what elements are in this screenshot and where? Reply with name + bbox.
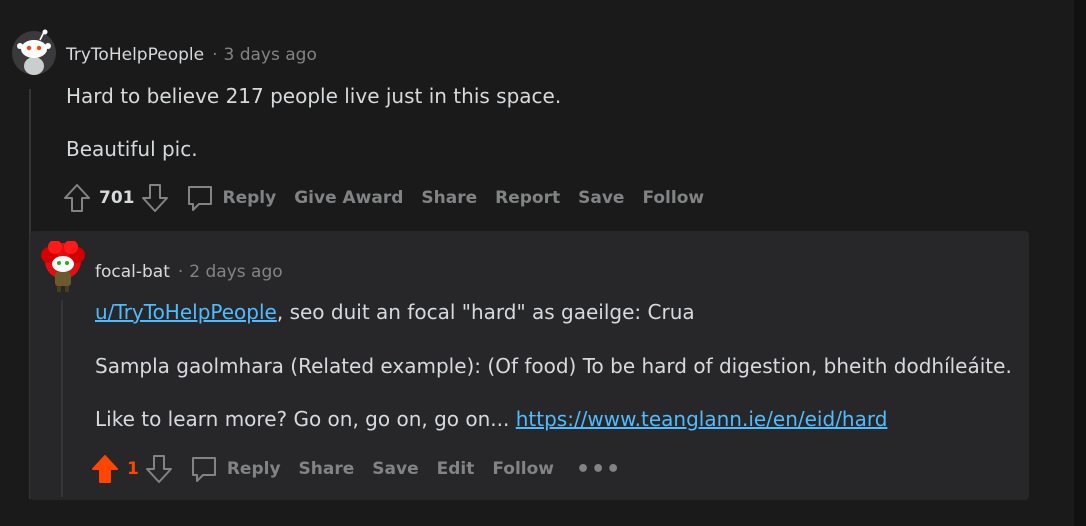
downvote-icon[interactable] bbox=[145, 454, 173, 484]
snoo-avatar-icon[interactable] bbox=[37, 240, 89, 293]
comment-body-line: Beautiful pic. bbox=[66, 137, 198, 161]
thread-line[interactable] bbox=[61, 300, 63, 497]
more-options-icon[interactable]: ••• bbox=[576, 457, 621, 482]
share-button[interactable]: Share bbox=[299, 459, 355, 479]
downvote-icon[interactable] bbox=[141, 183, 169, 213]
comment-body-line: Sampla gaolmhara (Related example): (Of … bbox=[95, 354, 1012, 378]
reply-button[interactable]: Reply bbox=[223, 188, 277, 208]
edit-button[interactable]: Edit bbox=[437, 459, 475, 479]
save-button[interactable]: Save bbox=[372, 459, 418, 479]
timestamp[interactable]: 3 days ago bbox=[223, 45, 316, 65]
save-button[interactable]: Save bbox=[578, 188, 624, 208]
reply-button[interactable]: Reply bbox=[227, 459, 281, 479]
vote-score: 1 bbox=[127, 459, 139, 479]
separator: · bbox=[177, 262, 184, 282]
snoo-avatar-icon[interactable] bbox=[10, 29, 58, 77]
share-button[interactable]: Share bbox=[421, 188, 477, 208]
page-edge bbox=[1074, 0, 1086, 526]
user-mention-link[interactable]: u/TryToHelpPeople bbox=[95, 300, 277, 324]
comment-header: focal-bat · 2 days ago bbox=[95, 262, 283, 282]
comment-actions: 1 Reply Share Save Edit Follow ••• bbox=[91, 454, 621, 484]
upvote-icon[interactable] bbox=[63, 183, 91, 213]
separator: · bbox=[212, 45, 218, 65]
comment-actions: 701 Reply Give Award Share Report Save F… bbox=[63, 183, 722, 213]
follow-button[interactable]: Follow bbox=[642, 188, 704, 208]
comment-body-line: Hard to believe 217 people live just in … bbox=[66, 84, 562, 108]
author-name[interactable]: focal-bat bbox=[95, 262, 170, 282]
report-button[interactable]: Report bbox=[495, 188, 560, 208]
timestamp[interactable]: 2 days ago bbox=[189, 262, 282, 282]
comment-body-line: u/TryToHelpPeople, seo duit an focal "ha… bbox=[95, 299, 695, 326]
vote-score: 701 bbox=[99, 188, 135, 208]
body-text-segment: Like to learn more? Go on, go on, go on.… bbox=[95, 407, 516, 431]
external-link[interactable]: https://www.teanglann.ie/en/eid/hard bbox=[516, 407, 888, 431]
body-text-segment: , seo duit an focal "hard" as gaeilge: C… bbox=[276, 300, 695, 324]
comment-header: TryToHelpPeople · 3 days ago bbox=[66, 45, 317, 65]
comment-body-line: Like to learn more? Go on, go on, go on.… bbox=[95, 406, 887, 433]
upvote-icon[interactable] bbox=[91, 454, 119, 484]
give-award-button[interactable]: Give Award bbox=[294, 188, 403, 208]
follow-button[interactable]: Follow bbox=[492, 459, 554, 479]
author-name[interactable]: TryToHelpPeople bbox=[66, 45, 204, 65]
comment-icon bbox=[185, 183, 215, 213]
comment-icon bbox=[189, 454, 219, 484]
